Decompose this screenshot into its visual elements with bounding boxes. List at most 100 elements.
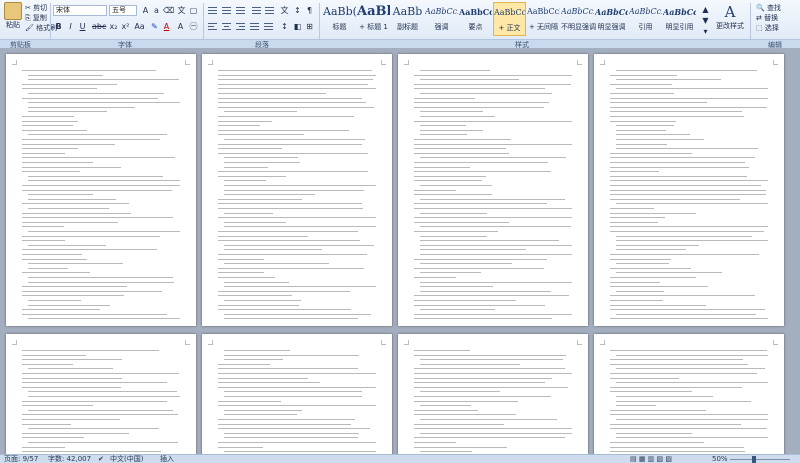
bullets-icon[interactable]: [207, 5, 218, 16]
style-tile[interactable]: AaBbCcD 明显强调: [595, 2, 628, 36]
bold-icon[interactable]: B: [53, 21, 64, 32]
gallery-down-icon[interactable]: ▼: [700, 15, 711, 26]
document-page[interactable]: [6, 54, 196, 326]
numbering-icon[interactable]: [221, 5, 232, 16]
text-line: [218, 148, 283, 150]
style-tile[interactable]: AaBbCcD 强调: [425, 2, 458, 36]
paste-button[interactable]: 粘贴: [2, 2, 24, 30]
document-page[interactable]: [202, 54, 392, 326]
distributed-icon[interactable]: [263, 21, 274, 32]
gallery-more-icon[interactable]: ▾: [700, 26, 711, 37]
superscript-icon[interactable]: x²: [120, 21, 131, 32]
align-right-icon[interactable]: [235, 21, 246, 32]
word-count[interactable]: 字数: 42,007: [48, 455, 91, 463]
language-indicator[interactable]: 中文(中国): [110, 455, 143, 463]
text-line: [218, 428, 370, 430]
chinese-layout-icon[interactable]: 文: [279, 5, 290, 16]
view-buttons[interactable]: ▤ ▦ ▥ ▧ ▨: [630, 455, 672, 463]
text-line: [610, 83, 673, 85]
grow-font-icon[interactable]: A: [140, 5, 151, 16]
style-tile[interactable]: AaBl + 标题 1: [357, 2, 390, 36]
style-tile[interactable]: AaBb(标题: [323, 2, 356, 36]
underline-icon[interactable]: U: [77, 21, 88, 32]
decrease-indent-icon[interactable]: [251, 5, 262, 16]
line-spacing-icon[interactable]: ↕: [279, 21, 290, 32]
text-line: [610, 198, 741, 200]
crop-mark: [600, 340, 605, 345]
text-line: [610, 391, 692, 393]
borders-icon[interactable]: ⊞: [304, 21, 315, 32]
document-area[interactable]: [0, 48, 800, 454]
style-tile[interactable]: AaBbCcD + 正文: [493, 2, 526, 36]
phonetic-guide-icon[interactable]: 文: [176, 5, 187, 16]
text-line: [28, 180, 180, 182]
document-page[interactable]: [398, 334, 588, 454]
text-line: [616, 240, 768, 242]
text-line: [420, 125, 466, 127]
highlight-icon[interactable]: ✎: [149, 21, 160, 32]
shrink-font-icon[interactable]: a: [151, 5, 162, 16]
document-page[interactable]: [202, 334, 392, 454]
crop-mark: [577, 60, 582, 65]
italic-icon[interactable]: I: [65, 21, 76, 32]
text-line: [610, 350, 767, 351]
find-button[interactable]: 🔍 查找: [756, 3, 781, 13]
crop-mark: [773, 340, 778, 345]
font-name-combo[interactable]: 宋体: [53, 5, 107, 16]
document-page[interactable]: [594, 334, 784, 454]
sort-icon[interactable]: ↕: [292, 5, 303, 16]
replace-button[interactable]: ⇄ 替换: [756, 13, 778, 23]
text-line: [420, 281, 572, 283]
subscript-icon[interactable]: x₂: [108, 21, 119, 32]
enclose-char-icon[interactable]: ㊀: [188, 21, 199, 32]
text-line: [414, 231, 499, 232]
text-line: [224, 212, 274, 214]
gallery-up-icon[interactable]: ▲: [700, 4, 711, 15]
shading-icon[interactable]: ◧: [292, 21, 303, 32]
select-button[interactable]: ⬚ 选择: [756, 23, 779, 33]
increase-indent-icon[interactable]: [264, 5, 275, 16]
document-page[interactable]: [594, 54, 784, 326]
cut-button[interactable]: ✂ 剪切: [25, 3, 47, 13]
text-line: [28, 194, 94, 196]
text-line: [28, 396, 180, 397]
char-shading-icon[interactable]: A: [175, 21, 186, 32]
style-tile[interactable]: AaBbCcD 引用: [629, 2, 662, 36]
insert-mode[interactable]: 插入: [160, 455, 174, 463]
text-line: [218, 240, 360, 242]
style-tile[interactable]: AaBbCcD 不明显强调: [561, 2, 596, 36]
text-line: [420, 134, 468, 136]
multilevel-list-icon[interactable]: [235, 5, 246, 16]
justify-icon[interactable]: [249, 21, 260, 32]
zoom-level[interactable]: 50%: [712, 455, 728, 463]
change-case-icon[interactable]: Aa: [134, 21, 145, 32]
text-line: [28, 318, 180, 320]
show-marks-icon[interactable]: ¶: [304, 5, 315, 16]
proofing-icon[interactable]: ✔: [98, 455, 104, 463]
style-tile[interactable]: AaBbCcD 要点: [459, 2, 492, 36]
font-color-icon[interactable]: A: [161, 21, 172, 32]
document-page[interactable]: [398, 54, 588, 326]
font-size-combo[interactable]: 五号: [109, 5, 137, 16]
text-line: [610, 409, 707, 411]
clear-format-icon[interactable]: ⌫: [163, 5, 174, 16]
text-line: [224, 263, 329, 265]
copy-button[interactable]: ⎘ 复制: [25, 13, 47, 23]
style-tile[interactable]: AaBbCcD + 无间隔: [527, 2, 560, 36]
align-center-icon[interactable]: [221, 21, 232, 32]
char-border-icon[interactable]: ▢: [188, 5, 199, 16]
text-line: [218, 171, 368, 173]
zoom-thumb[interactable]: [752, 456, 756, 463]
style-tile[interactable]: AaBb 副标题: [391, 2, 424, 36]
document-page[interactable]: [6, 334, 196, 454]
text-line: [610, 194, 767, 196]
text-line: [224, 409, 302, 411]
text-line: [616, 396, 714, 397]
align-left-icon[interactable]: [207, 21, 218, 32]
zoom-slider[interactable]: [730, 459, 790, 460]
style-tile[interactable]: AaBbCcD 明显引用: [663, 2, 696, 36]
strikethrough-icon[interactable]: abc: [92, 21, 106, 32]
text-line: [414, 148, 506, 150]
page-counter[interactable]: 页面: 9/57: [4, 455, 38, 463]
change-styles-button[interactable]: A 更改样式: [714, 3, 746, 31]
